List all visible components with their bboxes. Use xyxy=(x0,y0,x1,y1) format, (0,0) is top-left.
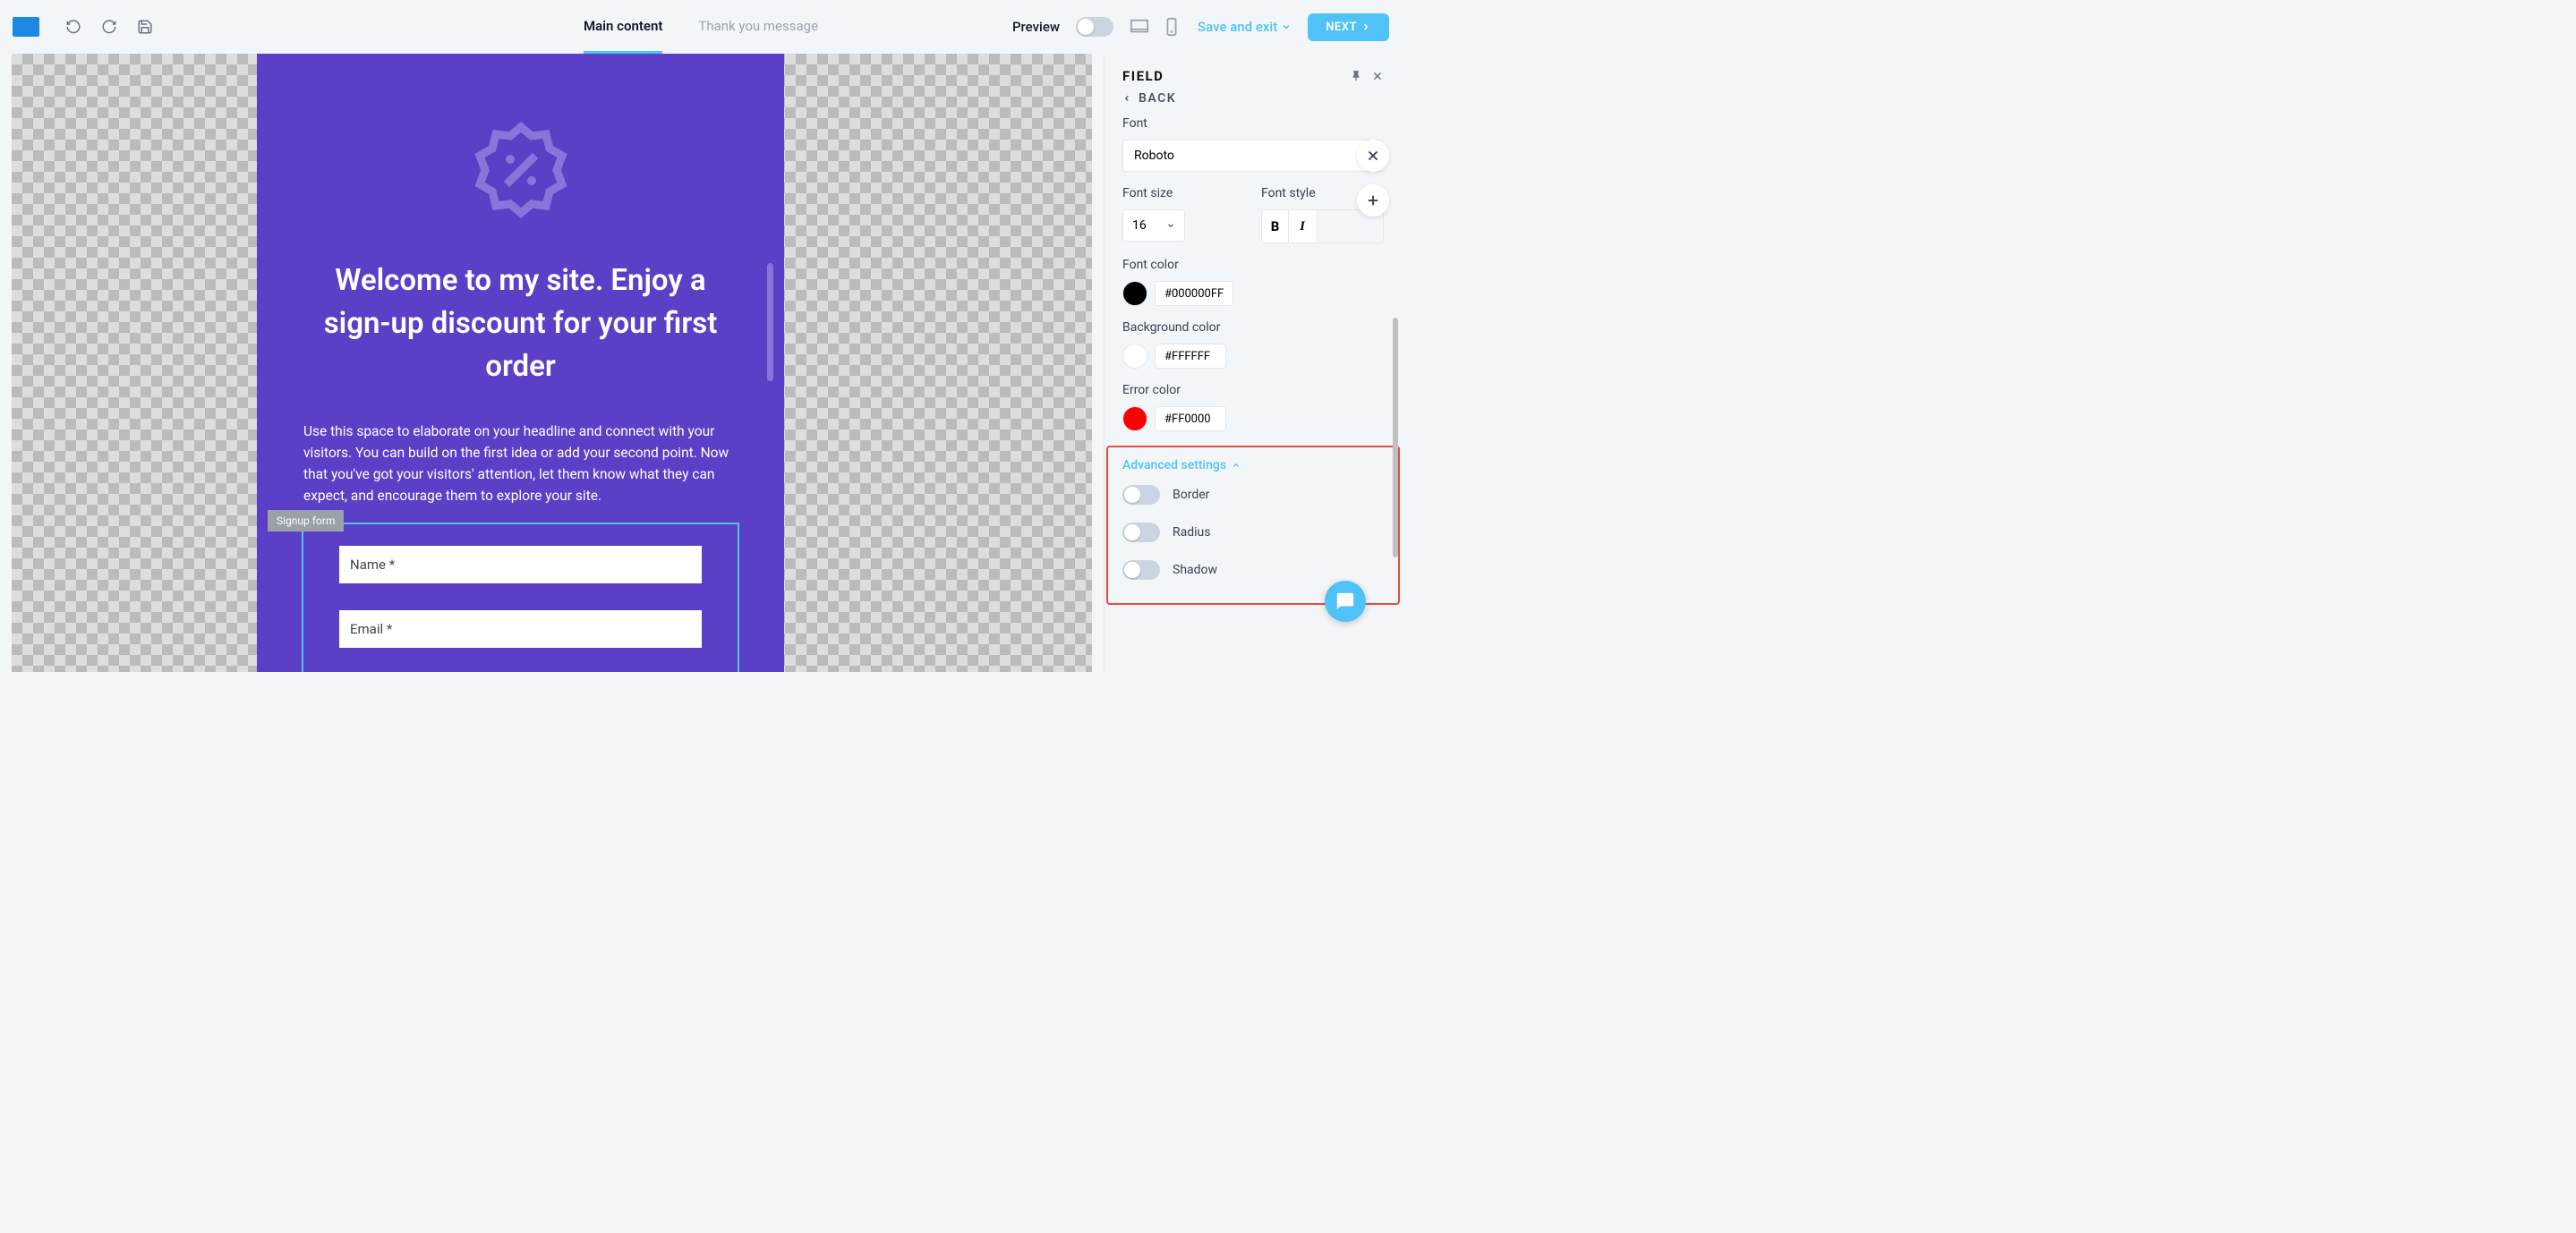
email-input[interactable] xyxy=(339,610,702,648)
panel-title: FIELD xyxy=(1122,68,1164,84)
logo-icon xyxy=(13,17,39,37)
fontcolor-input[interactable]: #000000FF xyxy=(1155,281,1233,306)
font-select[interactable]: Roboto xyxy=(1122,140,1384,172)
mobile-icon[interactable] xyxy=(1162,17,1181,37)
fontsize-select[interactable]: 16 xyxy=(1122,209,1185,242)
radius-label: Radius xyxy=(1173,525,1211,540)
advanced-settings-box: Advanced settings Border Radius Shadow xyxy=(1106,446,1400,605)
undo-button[interactable] xyxy=(61,14,86,39)
name-input[interactable] xyxy=(339,546,702,583)
errorcolor-input[interactable]: #FF0000 xyxy=(1155,406,1226,431)
close-editor-button[interactable] xyxy=(1357,140,1389,172)
save-and-exit-button[interactable]: Save and exit xyxy=(1198,19,1292,35)
signup-form[interactable]: Sign up xyxy=(302,523,739,672)
advanced-settings-toggle[interactable]: Advanced settings xyxy=(1122,458,1384,472)
shadow-toggle[interactable] xyxy=(1122,560,1160,580)
preview-toggle[interactable] xyxy=(1076,17,1113,37)
add-element-button[interactable] xyxy=(1357,184,1389,217)
chevron-down-icon xyxy=(1166,221,1175,230)
desktop-icon[interactable] xyxy=(1130,17,1149,37)
border-toggle[interactable] xyxy=(1122,485,1160,505)
bgcolor-swatch[interactable] xyxy=(1122,344,1147,369)
shadow-label: Shadow xyxy=(1173,563,1217,577)
border-label: Border xyxy=(1173,488,1209,502)
fontsize-label: Font size xyxy=(1122,186,1245,200)
italic-button[interactable]: I xyxy=(1289,210,1316,242)
errorcolor-swatch[interactable] xyxy=(1122,406,1147,431)
back-button[interactable]: BACK xyxy=(1105,91,1402,116)
bgcolor-input[interactable]: #FFFFFF xyxy=(1155,344,1226,369)
topbar: Main content Thank you message Preview S… xyxy=(0,0,1402,54)
canvas-area: Welcome to my site. Enjoy a sign-up disc… xyxy=(0,54,1104,672)
bgcolor-label: Background color xyxy=(1122,320,1384,335)
popup-body-text[interactable]: Use this space to elaborate on your head… xyxy=(302,421,739,506)
redo-button[interactable] xyxy=(97,14,122,39)
popup-headline[interactable]: Welcome to my site. Enjoy a sign-up disc… xyxy=(302,259,739,388)
save-button[interactable] xyxy=(132,14,158,39)
next-button[interactable]: NEXT xyxy=(1308,13,1389,41)
pin-icon[interactable] xyxy=(1350,70,1362,82)
popup-preview: Welcome to my site. Enjoy a sign-up disc… xyxy=(257,54,784,672)
close-panel-icon[interactable] xyxy=(1371,70,1384,82)
tab-main-content[interactable]: Main content xyxy=(584,0,662,54)
signup-form-label: Signup form xyxy=(268,510,344,531)
content-tabs: Main content Thank you message xyxy=(584,0,818,54)
preview-label: Preview xyxy=(1012,19,1060,35)
chevron-up-icon xyxy=(1232,461,1241,470)
headline-scrollbar[interactable] xyxy=(767,263,773,381)
fontcolor-label: Font color xyxy=(1122,258,1384,272)
font-label: Font xyxy=(1122,116,1384,131)
radius-toggle[interactable] xyxy=(1122,523,1160,542)
tab-thank-you[interactable]: Thank you message xyxy=(698,0,818,54)
errorcolor-label: Error color xyxy=(1122,383,1384,397)
chat-fab[interactable] xyxy=(1325,581,1366,622)
fontcolor-swatch[interactable] xyxy=(1122,281,1147,306)
discount-badge-icon xyxy=(302,116,739,224)
panel-scrollbar[interactable] xyxy=(1393,318,1398,557)
bold-button[interactable]: B xyxy=(1262,210,1289,242)
